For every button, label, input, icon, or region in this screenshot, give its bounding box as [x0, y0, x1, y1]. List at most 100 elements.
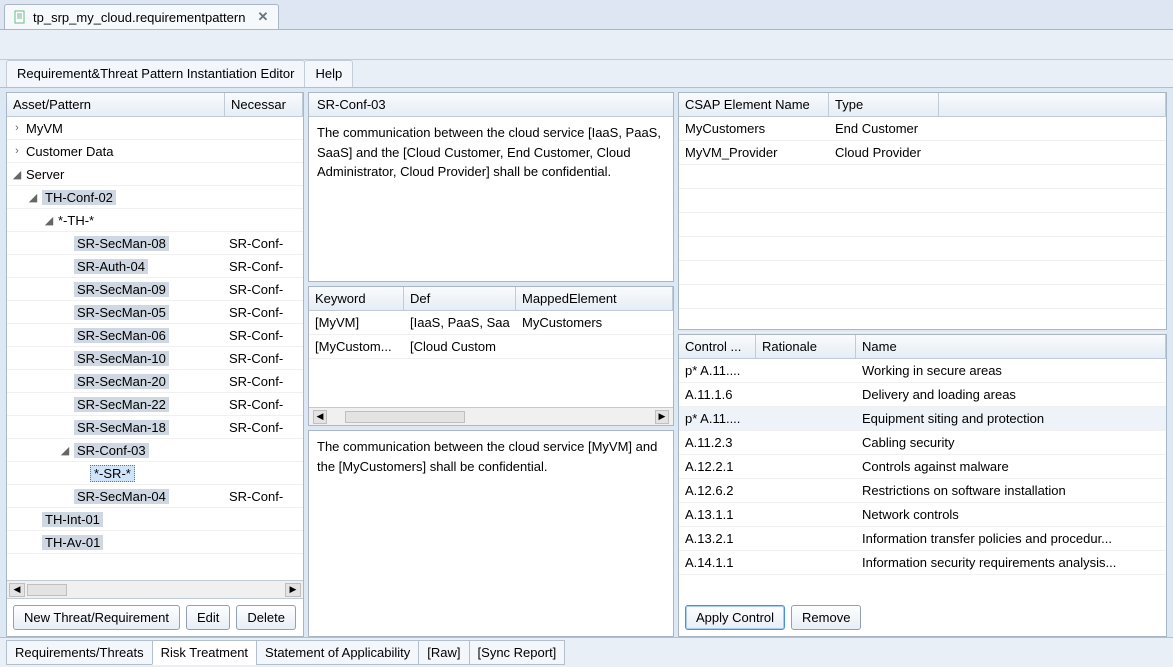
scroll-left-icon[interactable]: ◀: [9, 583, 25, 597]
csap-cell-type: End Customer: [829, 121, 939, 136]
file-icon: [13, 10, 27, 24]
file-tab[interactable]: tp_srp_my_cloud.requirementpattern ✕: [4, 4, 279, 29]
csap-cell-name: MyVM_Provider: [679, 145, 829, 160]
tree-row-necessary: SR-Conf-: [225, 397, 297, 412]
csap-table-header: CSAP Element Name Type: [679, 93, 1166, 117]
col-asset-pattern[interactable]: Asset/Pattern: [7, 93, 225, 116]
control-row[interactable]: A.14.1.1Information security requirement…: [679, 551, 1166, 575]
keyword-cell-def: [IaaS, PaaS, Saa: [404, 315, 516, 330]
tree-row[interactable]: ◢Server: [7, 163, 303, 186]
csap-table-body[interactable]: MyCustomersEnd CustomerMyVM_ProviderClou…: [679, 117, 1166, 333]
tree-row[interactable]: SR-SecMan-05SR-Conf-: [7, 301, 303, 324]
keyword-table-body[interactable]: [MyVM][IaaS, PaaS, SaaMyCustomers[MyCust…: [309, 311, 673, 359]
new-threat-requirement-button[interactable]: New Threat/Requirement: [13, 605, 180, 630]
right-panel: CSAP Element Name Type MyCustomersEnd Cu…: [678, 92, 1167, 637]
csap-row[interactable]: MyCustomersEnd Customer: [679, 117, 1166, 141]
tree-row[interactable]: SR-SecMan-10SR-Conf-: [7, 347, 303, 370]
expander-open-icon[interactable]: ◢: [11, 168, 23, 181]
tree-row[interactable]: SR-SecMan-04SR-Conf-: [7, 485, 303, 508]
tree-row[interactable]: SR-SecMan-09SR-Conf-: [7, 278, 303, 301]
tree-row[interactable]: SR-Auth-04SR-Conf-: [7, 255, 303, 278]
control-cell-name: Restrictions on software installation: [856, 483, 1166, 498]
control-row[interactable]: A.11.1.6Delivery and loading areas: [679, 383, 1166, 407]
remove-button[interactable]: Remove: [791, 605, 861, 630]
col-csap-type[interactable]: Type: [829, 93, 939, 116]
close-icon[interactable]: ✕: [257, 9, 268, 25]
control-row[interactable]: A.13.1.1Network controls: [679, 503, 1166, 527]
tab-statement-of-applicability[interactable]: Statement of Applicability: [256, 640, 419, 665]
csap-row-empty: [679, 189, 1166, 213]
tree-row[interactable]: SR-SecMan-22SR-Conf-: [7, 393, 303, 416]
tree-row[interactable]: ›Customer Data: [7, 140, 303, 163]
tree-row-necessary: SR-Conf-: [225, 259, 297, 274]
tree-row[interactable]: SR-SecMan-06SR-Conf-: [7, 324, 303, 347]
col-necessary[interactable]: Necessar: [225, 93, 303, 116]
apply-control-button[interactable]: Apply Control: [685, 605, 785, 630]
expander-open-icon[interactable]: ◢: [27, 191, 39, 204]
col-control-name[interactable]: Name: [856, 335, 1166, 358]
scroll-right-icon[interactable]: ▶: [285, 583, 301, 597]
control-cell-id: A.11.1.6: [679, 387, 756, 402]
tree-row[interactable]: *-SR-*: [7, 462, 303, 485]
scroll-right-icon[interactable]: ▶: [655, 410, 669, 424]
keyword-hscrollbar[interactable]: ◀ ▶: [309, 407, 673, 425]
tree-row[interactable]: ›MyVM: [7, 117, 303, 140]
tree-row-label: SR-SecMan-05: [74, 305, 169, 320]
col-csap-extra[interactable]: [939, 93, 1166, 116]
col-def[interactable]: Def: [404, 287, 516, 310]
tree-row-label: SR-SecMan-08: [74, 236, 169, 251]
col-mapped-element[interactable]: MappedElement: [516, 287, 673, 310]
control-row[interactable]: p* A.11....Working in secure areas: [679, 359, 1166, 383]
tree-hscrollbar[interactable]: ◀ ▶: [7, 580, 303, 598]
tree-row[interactable]: TH-Int-01: [7, 508, 303, 531]
tree-row[interactable]: ◢*-TH-*: [7, 209, 303, 232]
asset-tree[interactable]: ›MyVM›Customer Data◢Server◢TH-Conf-02◢*-…: [7, 117, 303, 580]
tree-row[interactable]: SR-SecMan-08SR-Conf-: [7, 232, 303, 255]
keyword-row[interactable]: [MyCustom...[Cloud Custom: [309, 335, 673, 359]
menu-help[interactable]: Help: [304, 60, 353, 87]
expander-closed-icon[interactable]: ›: [11, 145, 23, 157]
control-row[interactable]: p* A.11....Equipment siting and protecti…: [679, 407, 1166, 431]
control-row[interactable]: A.12.6.2Restrictions on software install…: [679, 479, 1166, 503]
expander-open-icon[interactable]: ◢: [59, 444, 71, 457]
scroll-thumb[interactable]: [345, 411, 465, 423]
control-table-body[interactable]: p* A.11....Working in secure areasA.11.1…: [679, 359, 1166, 599]
control-cell-id: p* A.11....: [679, 411, 756, 426]
tree-row[interactable]: ◢SR-Conf-03: [7, 439, 303, 462]
csap-cell-type: Cloud Provider: [829, 145, 939, 160]
control-row[interactable]: A.12.2.1Controls against malware: [679, 455, 1166, 479]
keyword-table-header: Keyword Def MappedElement: [309, 287, 673, 311]
keyword-cell-def: [Cloud Custom: [404, 339, 516, 354]
tree-row-label: MyVM: [26, 121, 63, 136]
tab-requirements-threats[interactable]: Requirements/Threats: [6, 640, 153, 665]
csap-row[interactable]: MyVM_ProviderCloud Provider: [679, 141, 1166, 165]
control-row[interactable]: A.13.2.1Information transfer policies an…: [679, 527, 1166, 551]
tree-row-necessary: SR-Conf-: [225, 489, 297, 504]
col-keyword[interactable]: Keyword: [309, 287, 404, 310]
tree-row[interactable]: ◢TH-Conf-02: [7, 186, 303, 209]
tree-row[interactable]: SR-SecMan-20SR-Conf-: [7, 370, 303, 393]
col-rationale[interactable]: Rationale: [756, 335, 856, 358]
tree-row-label: *-SR-*: [90, 465, 135, 482]
tree-row[interactable]: TH-Av-01: [7, 531, 303, 554]
col-csap-name[interactable]: CSAP Element Name: [679, 93, 829, 116]
expander-open-icon[interactable]: ◢: [43, 214, 55, 227]
tab-risk-treatment[interactable]: Risk Treatment: [152, 640, 257, 665]
tree-row-label: SR-SecMan-18: [74, 420, 169, 435]
tree-row[interactable]: SR-SecMan-18SR-Conf-: [7, 416, 303, 439]
control-row[interactable]: A.11.2.3Cabling security: [679, 431, 1166, 455]
col-control[interactable]: Control ...: [679, 335, 756, 358]
keyword-cell-keyword: [MyCustom...: [309, 339, 404, 354]
scroll-thumb[interactable]: [27, 584, 67, 596]
scroll-left-icon[interactable]: ◀: [313, 410, 327, 424]
keyword-row[interactable]: [MyVM][IaaS, PaaS, SaaMyCustomers: [309, 311, 673, 335]
bottom-tabstrip: Requirements/Threats Risk Treatment Stat…: [0, 637, 1173, 667]
menu-editor[interactable]: Requirement&Threat Pattern Instantiation…: [6, 60, 305, 87]
expander-closed-icon[interactable]: ›: [11, 122, 23, 134]
tree-row-label: SR-SecMan-10: [74, 351, 169, 366]
tab-raw[interactable]: [Raw]: [418, 640, 469, 665]
delete-button[interactable]: Delete: [236, 605, 296, 630]
file-tab-label: tp_srp_my_cloud.requirementpattern: [33, 10, 245, 25]
edit-button[interactable]: Edit: [186, 605, 230, 630]
tab-sync-report[interactable]: [Sync Report]: [469, 640, 566, 665]
